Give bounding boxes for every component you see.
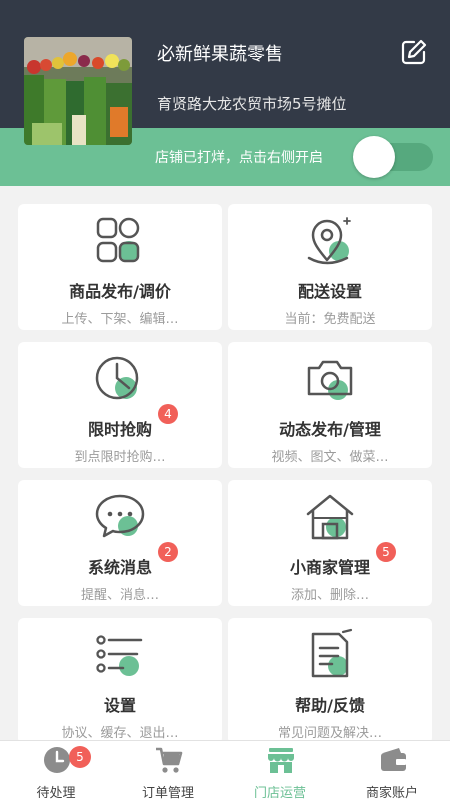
tab-badge: 5 [69,746,91,768]
card-subtitle: 常见问题及解决… [277,726,382,741]
clock-icon [44,747,70,773]
card-badge: 5 [376,542,396,562]
store-open-toggle[interactable] [353,136,433,178]
chat-bubble-icon [95,494,145,538]
cart-icon [156,747,183,773]
tab-merchant-account[interactable]: 商家账户 [336,741,448,800]
card-title: 设置 [103,696,136,715]
location-pin-icon [307,217,351,265]
store-icon [268,748,294,773]
card-help-feedback[interactable]: 帮助/反馈 常见问题及解决… [228,618,432,744]
card-title: 限时抢购 [87,420,152,439]
card-post-management[interactable]: 动态发布/管理 视频、图文、做菜… [228,342,432,468]
store-name: 必新鲜果蔬零售 [157,44,283,65]
shop-house-icon [306,494,354,540]
card-subtitle: 添加、删除… [290,588,369,603]
card-system-messages[interactable]: 系统消息 提醒、消息… 2 [18,480,222,606]
clock-icon [95,356,139,400]
card-subtitle: 当前：免费配送 [284,312,376,327]
tab-label: 门店运营 [253,786,306,800]
card-delivery-settings[interactable]: 配送设置 当前：免费配送 [228,204,432,330]
bottom-tab-bar: 5 待处理 订单管理 门店运营 商家账户 [0,740,450,800]
store-photo [24,37,132,145]
card-subtitle: 上传、下架、编辑… [61,312,179,327]
tab-pending[interactable]: 5 待处理 [0,741,112,800]
card-subtitle: 协议、缓存、退出… [61,726,179,741]
wallet-icon [381,748,406,771]
toggle-knob [353,136,395,178]
card-title: 小商家管理 [289,558,370,577]
help-document-icon [311,628,353,678]
card-subtitle: 提醒、消息… [80,588,159,603]
tab-store-operation[interactable]: 门店运营 [224,741,336,800]
settings-list-icon [96,635,143,676]
card-title: 帮助/反馈 [295,696,365,715]
store-status-text: 店铺已打烊，点击右侧开启 [155,150,323,166]
card-subtitle: 到点限时抢购… [74,450,166,465]
card-title: 系统消息 [87,558,152,577]
card-badge: 4 [158,404,178,424]
tab-order-management[interactable]: 订单管理 [112,741,224,800]
grid-icon [96,217,140,263]
edit-icon[interactable] [400,38,428,66]
card-flash-sale[interactable]: 限时抢购 到点限时抢购… 4 [18,342,222,468]
camera-icon [307,360,353,400]
card-small-merchant-management[interactable]: 小商家管理 添加、删除… 5 [228,480,432,606]
tab-label: 商家账户 [365,786,418,800]
tab-label: 订单管理 [141,786,194,800]
tab-label: 待处理 [36,786,76,800]
card-badge: 2 [158,542,178,562]
card-subtitle: 视频、图文、做菜… [271,450,389,465]
card-title: 配送设置 [297,282,362,301]
card-title: 商品发布/调价 [69,282,171,301]
card-title: 动态发布/管理 [279,420,381,439]
card-settings[interactable]: 设置 协议、缓存、退出… [18,618,222,744]
card-product-publish[interactable]: 商品发布/调价 上传、下架、编辑… [18,204,222,330]
store-address: 育贤路大龙农贸市场5号摊位 [157,95,347,113]
